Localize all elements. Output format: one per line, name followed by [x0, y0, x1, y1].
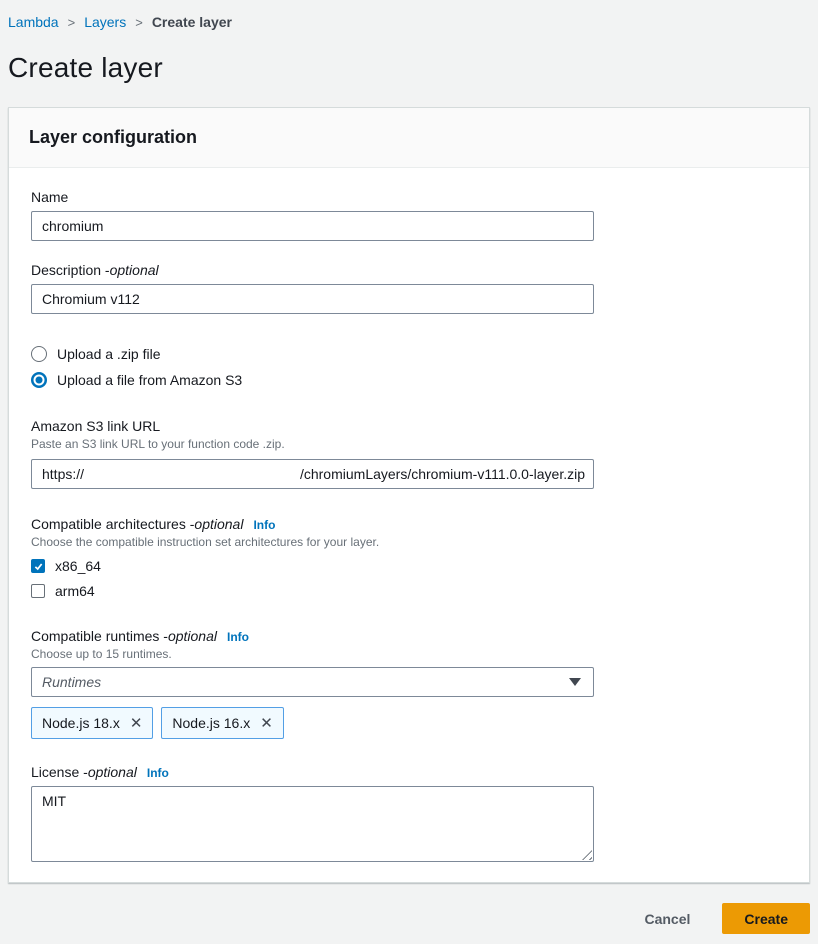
description-label: Description - optional [31, 262, 594, 278]
s3-url-label: Amazon S3 link URL [31, 418, 594, 434]
checkbox-x86-64[interactable]: x86_64 [31, 556, 594, 576]
runtimes-hint: Choose up to 15 runtimes. [31, 647, 594, 661]
architectures-label-text: Compatible architectures - [31, 516, 194, 532]
description-optional-text: optional [110, 262, 159, 278]
checkbox-label: arm64 [55, 583, 95, 599]
s3-url-hint: Paste an S3 link URL to your function co… [31, 437, 594, 451]
upload-option-group: Upload a .zip file Upload a file from Am… [31, 343, 789, 391]
s3-url-suffix: /chromiumLayers/chromium-v111.0.0-layer.… [300, 466, 585, 482]
panel-body: Name Description - optional Upload a .zi… [9, 168, 809, 882]
radio-checked-icon[interactable] [31, 372, 47, 388]
architectures-label: Compatible architectures - optional Info [31, 516, 594, 532]
panel-title: Layer configuration [29, 127, 789, 148]
cancel-button[interactable]: Cancel [624, 905, 710, 933]
license-label: License - optional Info [31, 764, 594, 780]
token-nodejs-16: Node.js 16.x ✕ [161, 707, 283, 739]
page-title: Create layer [8, 52, 810, 84]
runtimes-label-text: Compatible runtimes - [31, 628, 168, 644]
radio-upload-zip[interactable]: Upload a .zip file [31, 343, 789, 365]
token-label: Node.js 16.x [172, 715, 250, 731]
breadcrumb-link-layers[interactable]: Layers [84, 14, 126, 30]
breadcrumb-separator-icon: > [135, 15, 143, 30]
architectures-optional-text: optional [194, 516, 243, 532]
s3-url-field-group: Amazon S3 link URL Paste an S3 link URL … [31, 418, 594, 489]
token-dismiss-icon[interactable]: ✕ [130, 716, 143, 731]
s3-url-prefix: https:// [42, 466, 84, 482]
create-layer-page: Lambda > Layers > Create layer Create la… [0, 0, 818, 944]
breadcrumb: Lambda > Layers > Create layer [8, 14, 810, 30]
runtimes-info-link[interactable]: Info [227, 630, 249, 644]
license-label-text: License - [31, 764, 88, 780]
layer-configuration-panel: Layer configuration Name Description - o… [8, 107, 810, 883]
license-textarea[interactable]: MIT [31, 786, 594, 862]
description-input[interactable] [31, 284, 594, 314]
check-icon [33, 561, 44, 572]
license-textarea-wrap: MIT [31, 786, 594, 862]
license-info-link[interactable]: Info [147, 766, 169, 780]
name-label: Name [31, 189, 594, 205]
runtimes-token-row: Node.js 18.x ✕ Node.js 16.x ✕ [31, 707, 594, 739]
checkbox-checked-icon[interactable] [31, 559, 45, 573]
architectures-hint: Choose the compatible instruction set ar… [31, 535, 594, 549]
chevron-down-icon [569, 678, 581, 686]
license-optional-text: optional [88, 764, 137, 780]
token-dismiss-icon[interactable]: ✕ [260, 716, 273, 731]
runtimes-field-group: Compatible runtimes - optional Info Choo… [31, 628, 594, 739]
checkbox-arm64[interactable]: arm64 [31, 581, 594, 601]
runtimes-optional-text: optional [168, 628, 217, 644]
radio-unchecked-icon[interactable] [31, 346, 47, 362]
runtimes-select[interactable]: Runtimes [31, 667, 594, 697]
token-label: Node.js 18.x [42, 715, 120, 731]
checkbox-unchecked-icon[interactable] [31, 584, 45, 598]
breadcrumb-separator-icon: > [68, 15, 76, 30]
create-button[interactable]: Create [722, 903, 810, 934]
breadcrumb-current: Create layer [152, 14, 232, 30]
name-input[interactable] [31, 211, 594, 241]
architectures-field-group: Compatible architectures - optional Info… [31, 516, 594, 601]
s3-url-input[interactable]: https:// /chromiumLayers/chromium-v111.0… [31, 459, 594, 489]
description-field-group: Description - optional [31, 262, 594, 314]
radio-label: Upload a file from Amazon S3 [57, 372, 242, 388]
footer-actions: Cancel Create [8, 903, 810, 934]
radio-label: Upload a .zip file [57, 346, 161, 362]
runtimes-select-placeholder: Runtimes [42, 674, 101, 690]
architectures-info-link[interactable]: Info [253, 518, 275, 532]
panel-header: Layer configuration [9, 108, 809, 168]
license-field-group: License - optional Info MIT [31, 764, 594, 862]
description-label-text: Description - [31, 262, 110, 278]
radio-upload-s3[interactable]: Upload a file from Amazon S3 [31, 369, 789, 391]
name-field-group: Name [31, 189, 594, 241]
checkbox-label: x86_64 [55, 558, 101, 574]
breadcrumb-link-lambda[interactable]: Lambda [8, 14, 59, 30]
runtimes-label: Compatible runtimes - optional Info [31, 628, 594, 644]
token-nodejs-18: Node.js 18.x ✕ [31, 707, 153, 739]
